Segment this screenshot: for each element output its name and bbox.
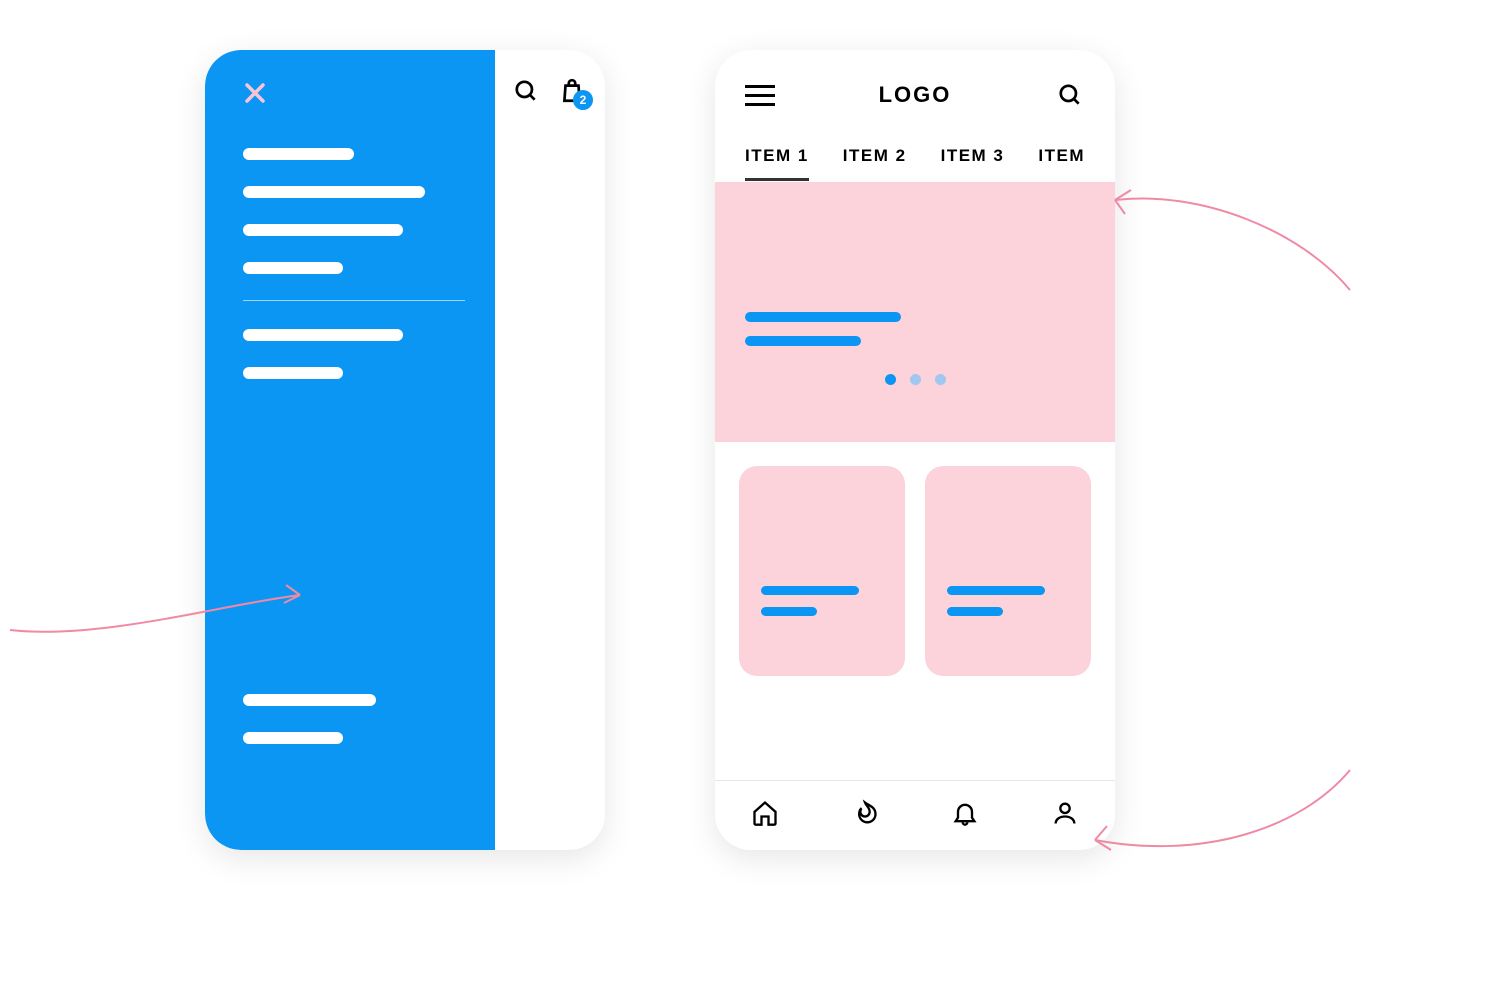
hamburger-icon[interactable] xyxy=(745,85,775,106)
bottom-navigation xyxy=(715,780,1115,850)
drawer-item[interactable] xyxy=(243,224,403,236)
drawer-secondary-section xyxy=(243,329,465,379)
drawer-item[interactable] xyxy=(243,262,343,274)
search-icon[interactable] xyxy=(1055,80,1085,110)
search-icon[interactable] xyxy=(511,76,541,106)
bell-icon[interactable] xyxy=(951,799,979,832)
tab-item-2[interactable]: ITEM 2 xyxy=(843,146,907,181)
card-title-placeholder xyxy=(761,586,859,595)
shopping-bag-icon[interactable]: 2 xyxy=(557,76,587,106)
cart-badge: 2 xyxy=(573,90,593,110)
product-card[interactable] xyxy=(739,466,905,676)
tab-item-4[interactable]: ITEM xyxy=(1038,146,1085,181)
drawer-item[interactable] xyxy=(243,732,343,744)
phone-mock-with-drawer: 2 xyxy=(205,50,605,850)
hero-carousel[interactable] xyxy=(715,182,1115,442)
product-card[interactable] xyxy=(925,466,1091,676)
fire-icon[interactable] xyxy=(851,799,879,832)
carousel-dot[interactable] xyxy=(910,374,921,385)
navigation-drawer xyxy=(205,50,495,850)
header-icons-right: 2 xyxy=(511,76,587,106)
drawer-item[interactable] xyxy=(243,186,425,198)
app-logo: LOGO xyxy=(879,82,952,108)
carousel-dot[interactable] xyxy=(885,374,896,385)
hero-subtitle-placeholder xyxy=(745,336,861,346)
user-icon[interactable] xyxy=(1051,799,1079,832)
drawer-item[interactable] xyxy=(243,694,376,706)
app-header: LOGO xyxy=(715,50,1115,140)
drawer-item[interactable] xyxy=(243,148,354,160)
drawer-primary-section xyxy=(243,148,465,274)
annotation-arrow-bottom-right xyxy=(1080,760,1360,890)
carousel-dot[interactable] xyxy=(935,374,946,385)
drawer-footer-section xyxy=(243,694,465,770)
carousel-dots xyxy=(745,374,1085,385)
home-icon[interactable] xyxy=(751,799,779,832)
drawer-item[interactable] xyxy=(243,367,343,379)
tab-item-1[interactable]: ITEM 1 xyxy=(745,146,809,181)
product-cards-row xyxy=(715,442,1115,676)
drawer-item[interactable] xyxy=(243,329,403,341)
tab-item-3[interactable]: ITEM 3 xyxy=(941,146,1005,181)
card-subtitle-placeholder xyxy=(947,607,1003,616)
card-title-placeholder xyxy=(947,586,1045,595)
category-tabs: ITEM 1 ITEM 2 ITEM 3 ITEM xyxy=(715,140,1115,182)
hero-title-placeholder xyxy=(745,312,901,322)
drawer-divider xyxy=(243,300,465,301)
phone-mock-home: LOGO ITEM 1 ITEM 2 ITEM 3 ITEM xyxy=(715,50,1115,850)
annotation-arrow-top-right xyxy=(1100,170,1360,300)
close-icon[interactable] xyxy=(243,80,465,112)
card-subtitle-placeholder xyxy=(761,607,817,616)
